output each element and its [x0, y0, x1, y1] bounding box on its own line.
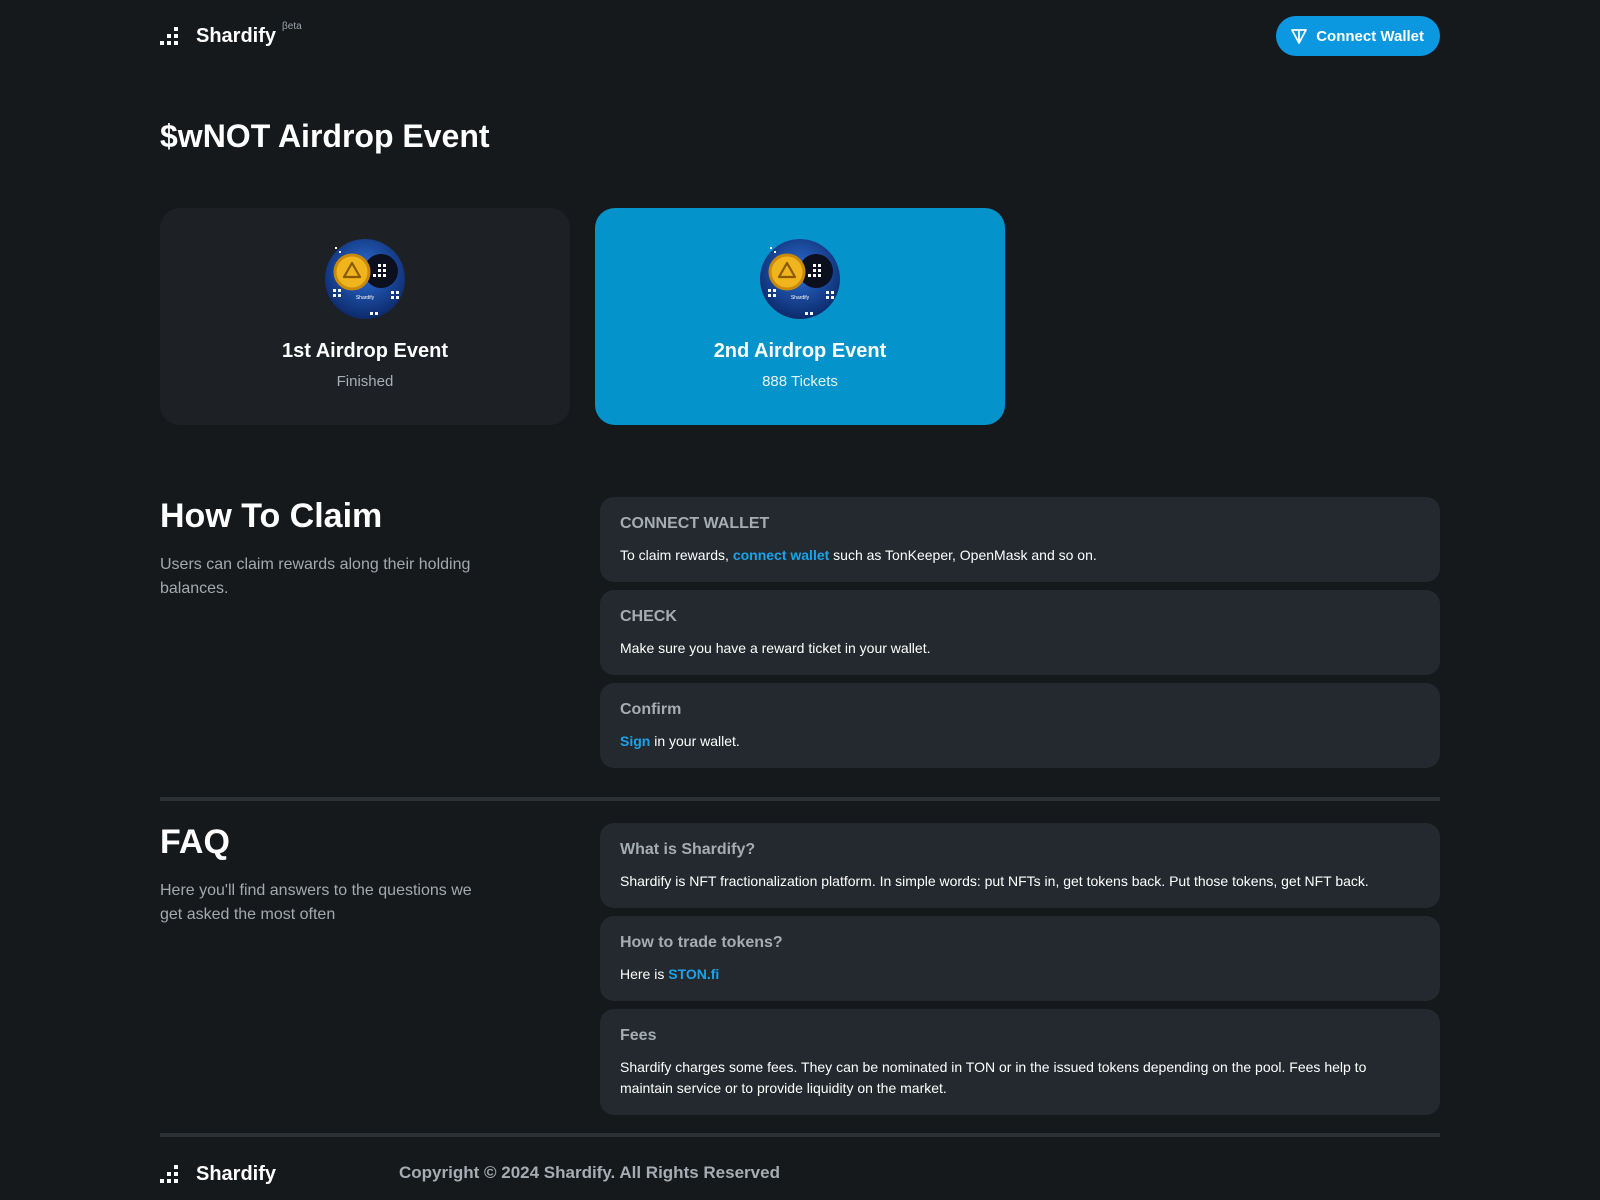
shardify-logo-icon: [160, 26, 180, 47]
sign-link[interactable]: Sign: [620, 733, 650, 749]
faq-answer: Shardify charges some fees. They can be …: [620, 1059, 1367, 1096]
faq-item[interactable]: What is Shardify? Shardify is NFT fracti…: [600, 823, 1440, 908]
step-title: CHECK: [620, 608, 677, 625]
connect-wallet-label: Connect Wallet: [1316, 27, 1424, 45]
event-card-1[interactable]: Shardify 1st Airdrop Event Finished: [160, 208, 570, 425]
footer-brand-name: Shardify: [196, 1163, 277, 1185]
step-body: To claim rewards, connect wallet such as…: [620, 545, 1420, 566]
coin-label: Shardify: [791, 295, 810, 301]
faq-answer: Here is STON.fi: [620, 964, 1420, 985]
step-confirm: Confirm Sign in your wallet.: [600, 683, 1440, 768]
event-title: 2nd Airdrop Event: [713, 340, 887, 362]
faq-item[interactable]: Fees Shardify charges some fees. They ca…: [600, 1009, 1440, 1115]
brand[interactable]: Shardify βeta: [160, 21, 302, 48]
footer-divider: [160, 1133, 1440, 1137]
copyright: Copyright © 2024 Shardify. All Rights Re…: [399, 1163, 780, 1182]
airdrop-coin-icon: Shardify: [325, 239, 405, 319]
faq-title: FAQ: [160, 823, 230, 861]
faq-question: How to trade tokens?: [620, 934, 783, 951]
airdrop-coin-icon: Shardify: [760, 239, 840, 319]
faq-item[interactable]: How to trade tokens? Here is STON.fi: [600, 916, 1440, 1001]
step-body: Sign in your wallet.: [620, 731, 1420, 752]
page-title: $wNOT Airdrop Event: [160, 118, 490, 154]
event-status: Finished: [336, 373, 394, 390]
how-to-claim-title: How To Claim: [160, 497, 383, 535]
beta-badge: βeta: [282, 21, 302, 32]
section-divider: [160, 797, 1440, 801]
step-title: Confirm: [620, 701, 682, 718]
step-title: CONNECT WALLET: [620, 515, 770, 532]
step-text: in your wallet.: [650, 733, 740, 749]
page: Shardify βeta Connect Wallet $wNOT Airdr…: [0, 0, 1600, 1200]
event-tickets: 888 Tickets: [762, 373, 838, 390]
connect-wallet-link[interactable]: connect wallet: [733, 547, 829, 563]
step-text: such as TonKeeper, OpenMask and so on.: [829, 547, 1097, 563]
faq-question: What is Shardify?: [620, 841, 756, 858]
step-text: To claim rewards,: [620, 547, 733, 563]
coin-label: Shardify: [356, 295, 375, 301]
ston-fi-link[interactable]: STON.fi: [668, 966, 719, 982]
faq-question: Fees: [620, 1027, 657, 1044]
footer-brand[interactable]: Shardify: [160, 1163, 276, 1186]
faq-description: Here you'll find answers to the question…: [160, 882, 472, 923]
header: Shardify βeta Connect Wallet: [160, 16, 1440, 56]
faq-text: Here is: [620, 966, 669, 982]
faq-answer: Shardify is NFT fractionalization platfo…: [620, 873, 1369, 889]
step-check: CHECK Make sure you have a reward ticket…: [600, 590, 1440, 675]
ton-icon: [1291, 29, 1308, 44]
shardify-logo-icon: [160, 1164, 180, 1185]
step-body: Make sure you have a reward ticket in yo…: [620, 640, 931, 656]
how-to-claim-description: Users can claim rewards along their hold…: [160, 556, 471, 597]
brand-name: Shardify: [196, 25, 277, 47]
event-title: 1st Airdrop Event: [282, 340, 448, 362]
event-card-2[interactable]: Shardify 2nd Airdrop Event 888 Tickets: [595, 208, 1005, 425]
step-connect-wallet: CONNECT WALLET To claim rewards, connect…: [600, 497, 1440, 582]
connect-wallet-button[interactable]: Connect Wallet: [1276, 16, 1440, 56]
